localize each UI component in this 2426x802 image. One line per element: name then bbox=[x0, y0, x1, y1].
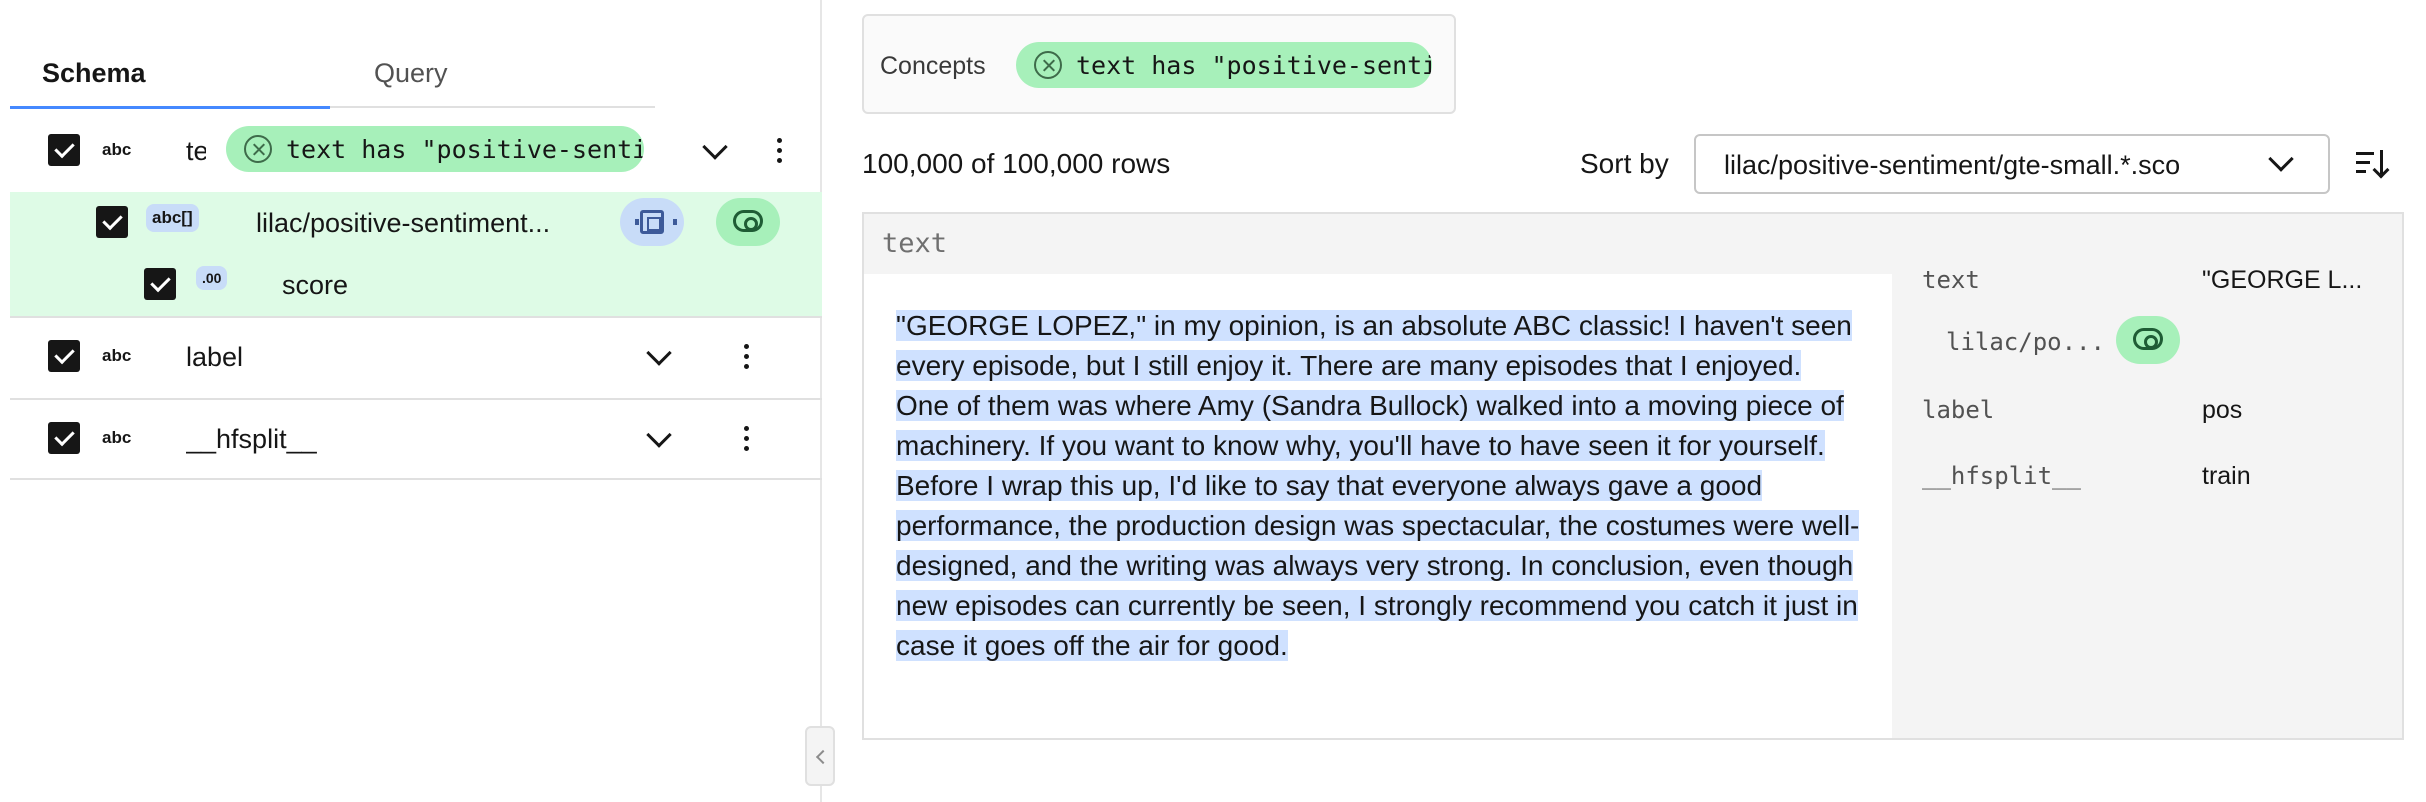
concepts-label: Concepts bbox=[880, 52, 986, 80]
meta-value-hfsplit: train bbox=[2202, 462, 2251, 490]
concept-filter-pill[interactable]: text has "positive-sentime... bbox=[1016, 42, 1432, 88]
sort-descending-icon[interactable] bbox=[2356, 150, 2390, 178]
field-signal-name[interactable]: lilac/positive-sentiment... bbox=[256, 208, 586, 239]
field-hfsplit-name[interactable]: __hfsplit__ bbox=[186, 424, 486, 455]
schema-panel: Schema Query bbox=[0, 0, 822, 802]
compute-signal-button[interactable] bbox=[620, 198, 684, 246]
sort-by-select[interactable]: lilac/positive-sentiment/gte-small.*.sco bbox=[1694, 134, 2330, 194]
field-hfsplit-dtype: abc bbox=[102, 428, 132, 447]
meta-value-text: "GEORGE L... bbox=[2202, 266, 2363, 294]
sort-by-value: lilac/positive-sentiment/gte-small.*.sco bbox=[1724, 150, 2181, 180]
row-count: 100,000 of 100,000 rows bbox=[862, 148, 1171, 179]
tab-schema[interactable]: Schema bbox=[10, 42, 330, 109]
toggle-visibility-button[interactable] bbox=[716, 198, 780, 246]
field-signal-checkbox[interactable] bbox=[96, 206, 128, 238]
concept-pill-label: text has "positive-sentime... bbox=[286, 135, 644, 164]
meta-value-label: pos bbox=[2202, 396, 2243, 424]
row-text: "GEORGE LOPEZ," in my opinion, is an abs… bbox=[896, 306, 1862, 666]
meta-key-label: label bbox=[1922, 396, 1995, 424]
cpu-icon bbox=[635, 210, 677, 234]
chevron-down-icon bbox=[2268, 146, 2294, 172]
close-circle-icon[interactable] bbox=[244, 135, 272, 163]
field-label-name[interactable]: label bbox=[186, 342, 486, 373]
field-text-name[interactable]: te bbox=[186, 136, 206, 167]
field-text-dtype: abc bbox=[102, 140, 132, 159]
tab-query[interactable]: Query bbox=[350, 42, 670, 108]
row-card-header-label: text bbox=[882, 228, 948, 259]
field-signal-dtype: abc[] bbox=[146, 204, 199, 232]
sort-by-label: Sort by bbox=[1580, 148, 1669, 179]
schema-tabs: Schema Query bbox=[10, 42, 655, 109]
field-score-dtype: .00 bbox=[196, 266, 228, 290]
meta-key-text: text bbox=[1922, 266, 1980, 294]
concepts-filter-box: Concepts text has "positive-sentime... bbox=[862, 14, 1456, 114]
field-label-dtype: abc bbox=[102, 346, 132, 365]
meta-key-hfsplit: __hfsplit__ bbox=[1922, 462, 2081, 490]
row-card-header: text bbox=[864, 214, 2402, 272]
field-concept-pill[interactable]: text has "positive-sentime... bbox=[226, 126, 644, 172]
field-hfsplit-checkbox[interactable] bbox=[48, 422, 80, 454]
field-text-checkbox[interactable] bbox=[48, 134, 80, 166]
meta-visibility-button[interactable] bbox=[2116, 316, 2180, 364]
row-text-pane: "GEORGE LOPEZ," in my opinion, is an abs… bbox=[864, 274, 1892, 738]
concept-filter-label: text has "positive-sentime... bbox=[1076, 51, 1432, 80]
overflow-menu-icon[interactable] bbox=[777, 138, 783, 168]
eye-icon bbox=[2133, 328, 2163, 350]
field-score-checkbox[interactable] bbox=[144, 268, 176, 300]
divider bbox=[10, 316, 822, 318]
collapse-panel-icon[interactable] bbox=[805, 726, 835, 786]
divider bbox=[10, 478, 822, 480]
overflow-menu-icon[interactable] bbox=[744, 344, 750, 374]
divider bbox=[10, 398, 822, 400]
eye-icon bbox=[733, 210, 763, 232]
meta-key-signal: lilac/po... bbox=[1946, 328, 2105, 356]
field-label-checkbox[interactable] bbox=[48, 340, 80, 372]
overflow-menu-icon[interactable] bbox=[744, 426, 750, 456]
field-score-name[interactable]: score bbox=[282, 270, 482, 301]
row-card: text "GEORGE LOPEZ," in my opinion, is a… bbox=[862, 212, 2404, 740]
close-circle-icon[interactable] bbox=[1034, 51, 1062, 79]
